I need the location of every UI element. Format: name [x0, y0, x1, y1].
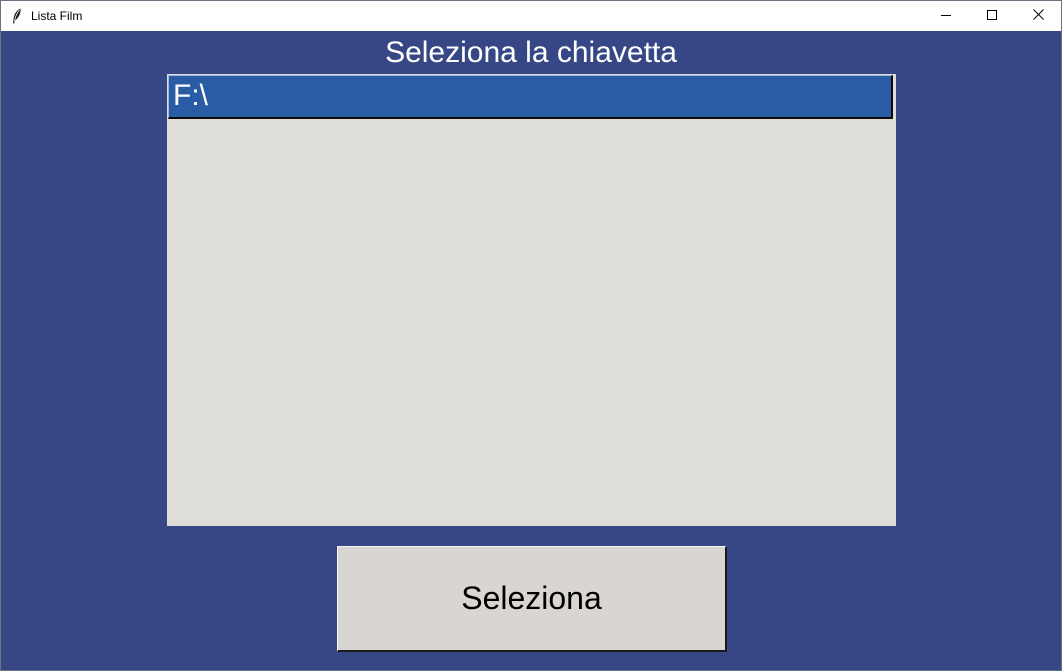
minimize-icon	[941, 7, 951, 25]
minimize-button[interactable]	[923, 1, 969, 31]
app-window: Lista Film Seleziona la chiavetta F:\ Se…	[0, 0, 1062, 671]
page-title: Seleziona la chiavetta	[385, 36, 677, 69]
feather-icon	[12, 8, 22, 24]
window-title: Lista Film	[31, 9, 83, 23]
main-content: Seleziona la chiavetta F:\ Seleziona	[1, 31, 1061, 670]
drive-listbox[interactable]: F:\	[167, 74, 896, 526]
close-button[interactable]	[1015, 1, 1061, 31]
title-bar[interactable]: Lista Film	[1, 1, 1061, 31]
select-button[interactable]: Seleziona	[337, 546, 727, 652]
list-item[interactable]: F:\	[168, 75, 893, 119]
close-icon	[1032, 7, 1044, 25]
maximize-button[interactable]	[969, 1, 1015, 31]
maximize-icon	[987, 7, 997, 25]
